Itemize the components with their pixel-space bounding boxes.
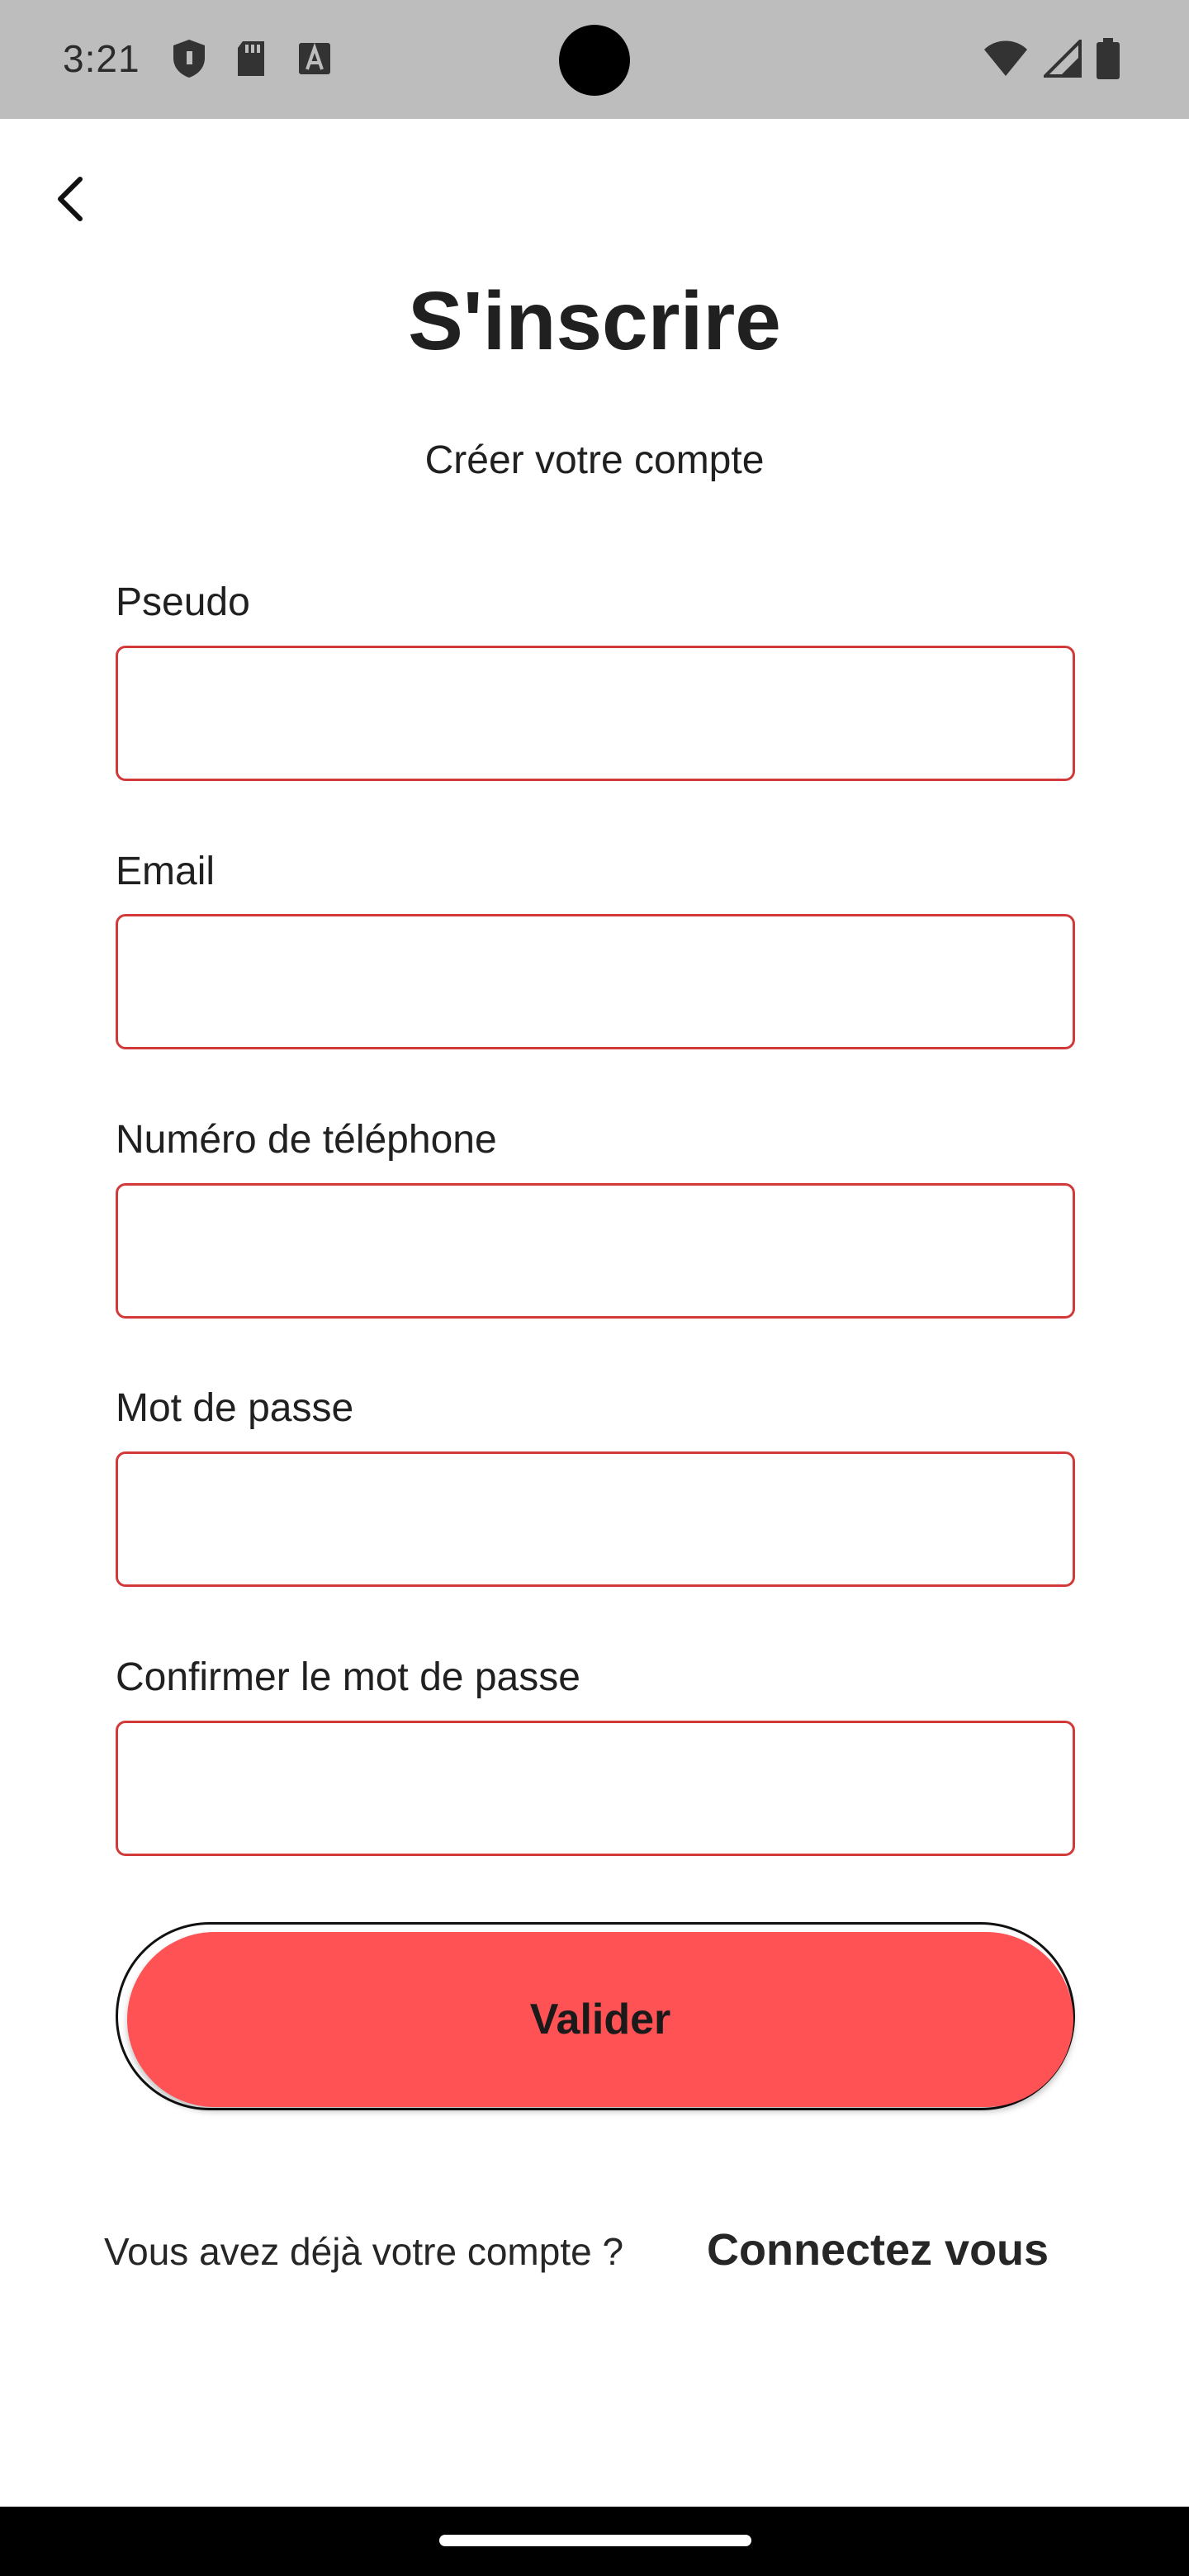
status-right-icons	[983, 37, 1120, 83]
camera-cutout	[559, 25, 630, 96]
page-title: S'inscrire	[408, 275, 781, 367]
confirm-password-input[interactable]	[116, 1721, 1075, 1856]
status-time: 3:21	[63, 37, 140, 80]
phone-input[interactable]	[116, 1183, 1075, 1319]
submit-button[interactable]: Valider	[127, 1932, 1073, 2107]
pseudo-label: Pseudo	[116, 580, 250, 624]
signal-icon	[1041, 37, 1082, 82]
status-left-icons	[170, 38, 334, 79]
shield-icon	[170, 38, 208, 79]
password-label: Mot de passe	[116, 1386, 354, 1430]
phone-label: Numéro de téléphone	[116, 1118, 497, 1162]
chevron-left-icon	[58, 177, 83, 221]
email-input[interactable]	[116, 914, 1075, 1049]
status-bar: 3:21	[0, 0, 1189, 119]
password-input[interactable]	[116, 1451, 1075, 1587]
email-label: Email	[116, 850, 216, 893]
login-link[interactable]: Connectez vous	[707, 2224, 1049, 2275]
wifi-icon	[983, 40, 1029, 82]
back-button[interactable]	[41, 170, 99, 228]
login-prompt: Vous avez déjà votre compte ?	[104, 2230, 624, 2273]
home-indicator[interactable]	[439, 2535, 751, 2546]
confirm-password-label: Confirmer le mot de passe	[116, 1655, 580, 1699]
font-a-icon	[296, 38, 334, 79]
pseudo-input[interactable]	[116, 646, 1075, 781]
page-subtitle: Créer votre compte	[424, 438, 765, 482]
battery-icon	[1097, 38, 1120, 83]
sd-card-icon	[233, 38, 271, 79]
